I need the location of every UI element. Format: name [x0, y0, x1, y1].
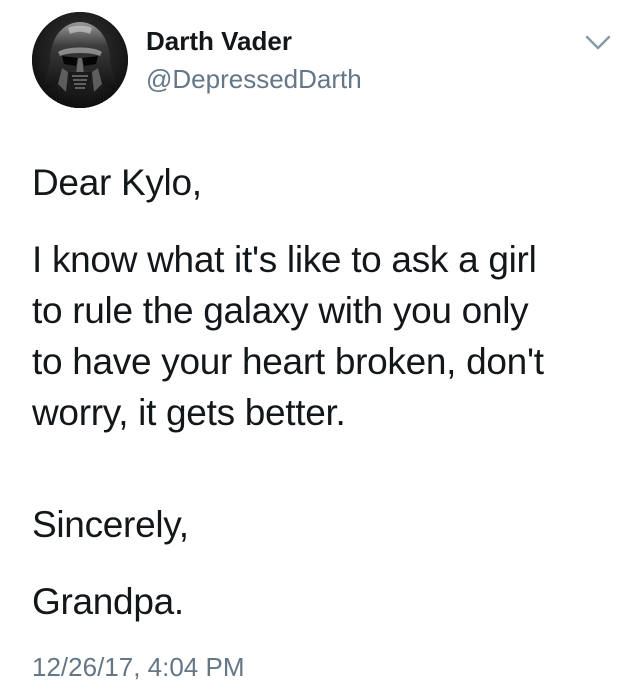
- tweet-timestamp[interactable]: 12/26/17, 4:04 PM: [32, 652, 244, 683]
- tweet-menu-button[interactable]: [580, 28, 616, 58]
- author-handle[interactable]: @DepressedDarth: [146, 64, 362, 95]
- author-name[interactable]: Darth Vader: [146, 26, 292, 57]
- tweet-body-line: to rule the galaxy with you only: [32, 290, 529, 331]
- tweet-card: Darth Vader @DepressedDarth Dear Kylo, I…: [0, 0, 640, 695]
- tweet-body-line: to have your heart broken, don't: [32, 341, 544, 382]
- tweet-body: I know what it's like to ask a girl to r…: [32, 234, 544, 438]
- tweet-greeting: Dear Kylo,: [32, 162, 202, 203]
- tweet-body-line: worry, it gets better.: [32, 392, 346, 433]
- chevron-down-icon: [585, 35, 611, 50]
- tweet-closing: Sincerely,: [32, 504, 189, 545]
- avatar[interactable]: [32, 12, 128, 108]
- darth-vader-helmet-icon: [32, 12, 128, 108]
- tweet-body-line: I know what it's like to ask a girl: [32, 239, 537, 280]
- tweet-signature: Grandpa.: [32, 581, 184, 622]
